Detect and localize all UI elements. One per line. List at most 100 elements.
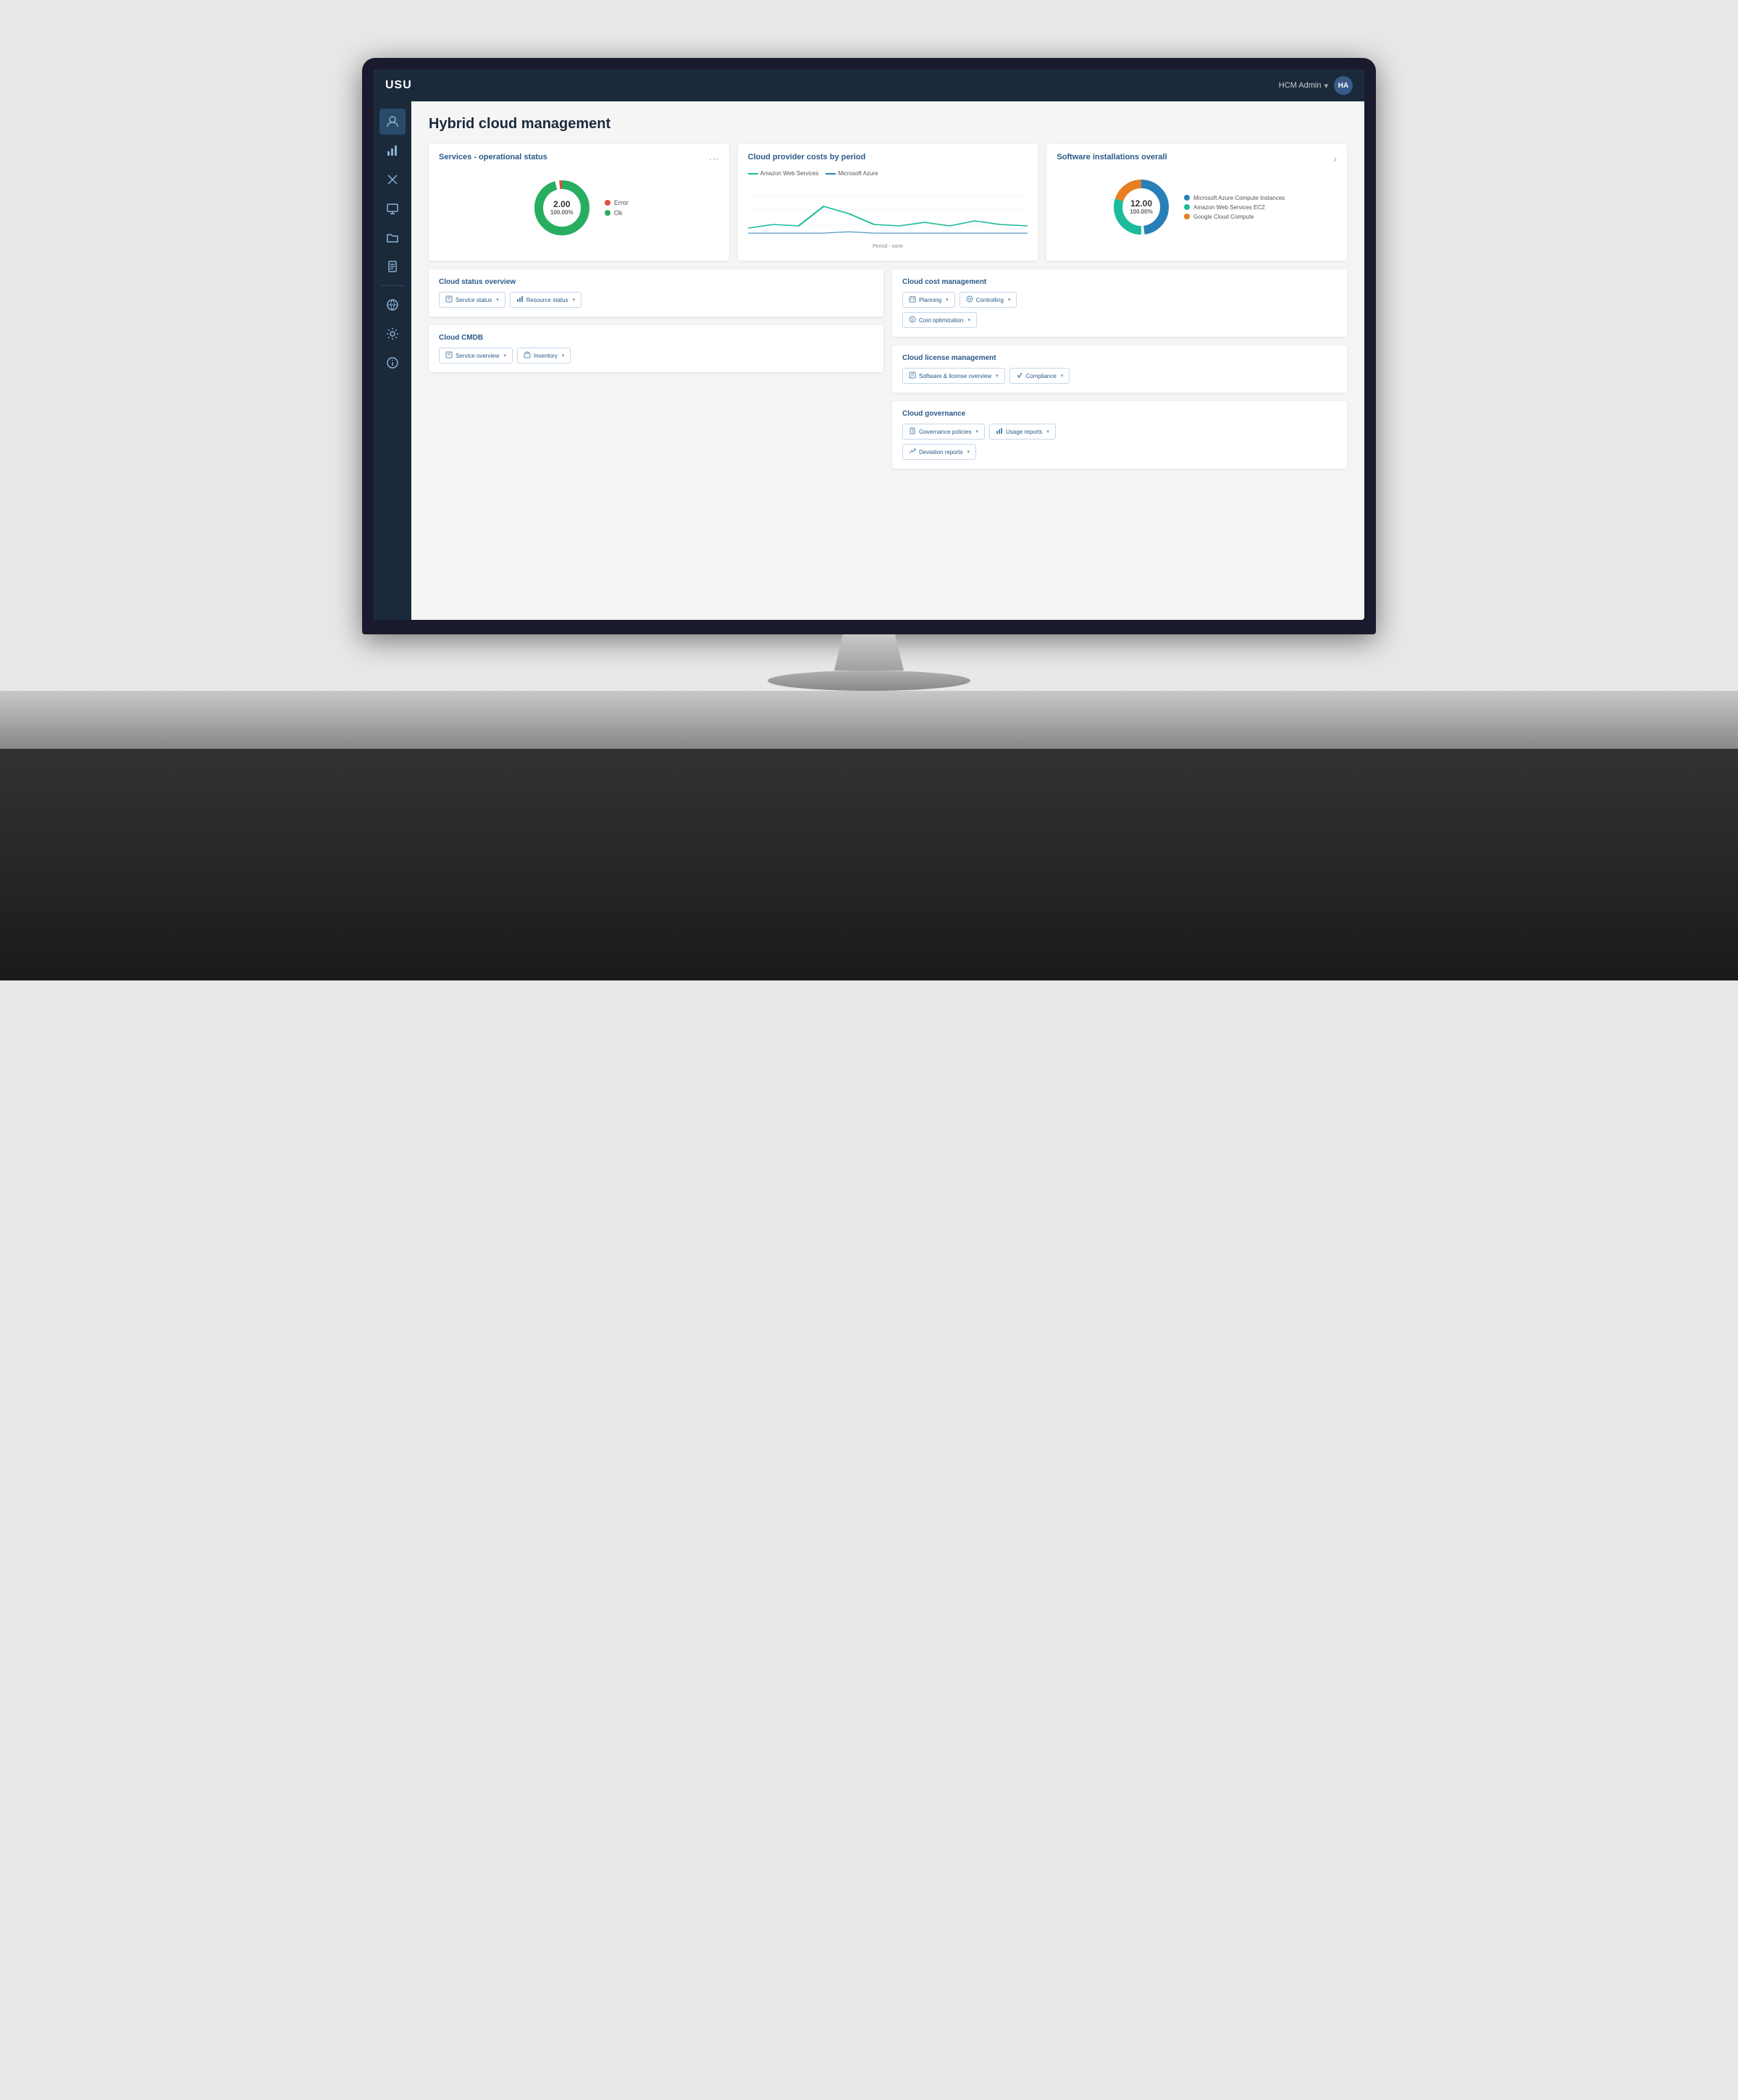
cost-optimization-icon: $ xyxy=(909,316,916,324)
cloud-governance-row1: Governance policies ▾ Usage reports xyxy=(902,424,1337,440)
sidebar-icon-chart[interactable] xyxy=(379,138,406,164)
controlling-icon xyxy=(966,295,973,304)
chevron-down-icon-2: ▾ xyxy=(573,297,576,303)
sidebar-icon-folder[interactable] xyxy=(379,224,406,251)
service-status-icon xyxy=(445,295,453,304)
card-header: Services - operational status ⋯ xyxy=(439,153,719,165)
sw-legend: Microsoft Azure Compute Instances Amazon… xyxy=(1184,195,1285,220)
cloud-cost-buttons: Planning ▾ Controlling xyxy=(902,292,1337,328)
cloud-cost-section: Cloud cost management Planning xyxy=(892,269,1347,337)
legend-dot-ok xyxy=(605,210,610,216)
app-logo: USU xyxy=(385,79,412,92)
sidebar-icon-network[interactable] xyxy=(379,292,406,318)
top-nav: USU HCM Admin ▾ HA xyxy=(374,70,1364,101)
legend-item-ok: Ok xyxy=(605,209,629,217)
legend-google: Google Cloud Compute xyxy=(1184,214,1285,220)
sidebar-icon-info[interactable] xyxy=(379,350,406,376)
donut-label-services: 2.00 100.00% xyxy=(550,199,574,217)
sw-card-header: Software installations overall › xyxy=(1057,153,1337,164)
sw-card-more[interactable]: › xyxy=(1333,153,1337,164)
cloud-license-row: Software & license overview ▾ Compliance xyxy=(902,368,1337,384)
cloud-status-section: Cloud status overview Service status xyxy=(429,269,883,316)
legend-dot-azure xyxy=(1184,195,1190,201)
page-content: Hybrid cloud management Services - opera… xyxy=(411,101,1364,620)
left-sections: Cloud status overview Service status xyxy=(429,269,883,469)
sidebar-icon-settings[interactable] xyxy=(379,321,406,347)
chevron-down-icon-10: ▾ xyxy=(975,429,978,434)
cloud-governance-buttons: Governance policies ▾ Usage reports xyxy=(902,424,1337,460)
chart-legend: Amazon Web Services Microsoft Azure xyxy=(748,170,1028,177)
service-status-btn[interactable]: Service status ▾ xyxy=(439,292,505,308)
cloud-governance-section: Cloud governance Governance policies xyxy=(892,401,1347,469)
sidebar-divider xyxy=(382,285,403,286)
donut-chart-sw: 12.00 100.00% xyxy=(1109,175,1174,240)
cloud-costs-header: Cloud provider costs by period xyxy=(748,153,1028,161)
monitor-neck xyxy=(826,634,912,671)
legend-dot-aws-ec2 xyxy=(1184,204,1190,210)
legend-azure: Microsoft Azure xyxy=(826,170,878,177)
sidebar-icon-doc[interactable] xyxy=(379,253,406,280)
chevron-down-icon-9: ▾ xyxy=(1061,373,1064,379)
cloud-costs-card: Cloud provider costs by period Amazon We… xyxy=(738,144,1038,261)
service-overview-icon xyxy=(445,351,453,360)
software-license-icon xyxy=(909,371,916,380)
governance-policies-btn[interactable]: Governance policies ▾ xyxy=(902,424,985,440)
planning-icon xyxy=(909,295,916,304)
cloud-cost-row1: Planning ▾ Controlling xyxy=(902,292,1337,308)
cloud-governance-row2: Deviation reports ▾ xyxy=(902,444,1337,460)
legend-aws: Amazon Web Services xyxy=(748,170,819,177)
desk-area xyxy=(0,691,1738,980)
cloud-license-title: Cloud license management xyxy=(902,354,1337,362)
chevron-down-icon-7: ▾ xyxy=(967,317,970,323)
avatar: HA xyxy=(1334,76,1353,95)
compliance-btn[interactable]: Compliance ▾ xyxy=(1009,368,1070,384)
cloud-license-section: Cloud license management Software & lice… xyxy=(892,345,1347,392)
user-label: HCM Admin ▾ xyxy=(1279,81,1328,91)
sidebar-icon-monitor[interactable] xyxy=(379,196,406,222)
chevron-down-icon-3: ▾ xyxy=(503,353,506,358)
chevron-down-icon-5: ▾ xyxy=(946,297,949,303)
donut-legend-services: Error Ok xyxy=(605,199,629,217)
cloud-cmdb-buttons: Service overview ▾ Inventory xyxy=(439,348,873,364)
nav-right: HCM Admin ▾ HA xyxy=(1279,76,1353,95)
monitor-bezel: USU HCM Admin ▾ HA xyxy=(362,58,1376,634)
controlling-btn[interactable]: Controlling ▾ xyxy=(960,292,1017,308)
services-card-title: Services - operational status xyxy=(439,153,547,161)
legend-item-error: Error xyxy=(605,199,629,206)
cloud-costs-title: Cloud provider costs by period xyxy=(748,153,866,161)
donut-chart-services: 2.00 100.00% xyxy=(529,175,595,240)
services-card-more[interactable]: ⋯ xyxy=(709,153,719,165)
governance-policies-icon xyxy=(909,427,916,436)
sw-donut-section: 12.00 100.00% Microsoft Azure Compute In… xyxy=(1057,170,1337,244)
chevron-down-icon-12: ▾ xyxy=(967,449,970,455)
right-sections: Cloud cost management Planning xyxy=(892,269,1347,469)
resource-status-btn[interactable]: Resource status ▾ xyxy=(510,292,582,308)
cost-optimization-btn[interactable]: $ Cost optimization ▾ xyxy=(902,312,977,328)
donut-section: 2.00 100.00% Error xyxy=(439,171,719,245)
cloud-cmdb-section: Cloud CMDB Service overview xyxy=(429,325,883,372)
main-content-area: Hybrid cloud management Services - opera… xyxy=(374,101,1364,620)
inventory-btn[interactable]: Inventory ▾ xyxy=(517,348,571,364)
cloud-cmdb-title: Cloud CMDB xyxy=(439,334,873,342)
cloud-cmdb-row: Service overview ▾ Inventory xyxy=(439,348,873,364)
usage-reports-btn[interactable]: Usage reports ▾ xyxy=(989,424,1056,440)
cloud-status-row: Service status ▾ Resource status xyxy=(439,292,873,308)
software-installations-card: Software installations overall › xyxy=(1046,144,1347,261)
usage-reports-icon xyxy=(996,427,1003,436)
sw-card-title: Software installations overall xyxy=(1057,153,1167,161)
legend-azure-compute: Microsoft Azure Compute Instances xyxy=(1184,195,1285,201)
deviation-reports-btn[interactable]: Deviation reports ▾ xyxy=(902,444,976,460)
sidebar-icon-scissors[interactable] xyxy=(379,167,406,193)
software-license-btn[interactable]: Software & license overview ▾ xyxy=(902,368,1005,384)
service-overview-btn[interactable]: Service overview ▾ xyxy=(439,348,513,364)
page-title: Hybrid cloud management xyxy=(429,116,1347,133)
cloud-status-buttons: Service status ▾ Resource status xyxy=(439,292,873,308)
legend-line-aws xyxy=(748,173,758,175)
legend-dot-google xyxy=(1184,214,1190,219)
chevron-down-icon: ▾ xyxy=(496,297,499,303)
sidebar-icon-user[interactable] xyxy=(379,109,406,135)
monitor-base xyxy=(768,671,970,691)
cloud-status-title: Cloud status overview xyxy=(439,278,873,286)
planning-btn[interactable]: Planning ▾ xyxy=(902,292,955,308)
chart-x-label: Period - none xyxy=(748,244,1028,249)
